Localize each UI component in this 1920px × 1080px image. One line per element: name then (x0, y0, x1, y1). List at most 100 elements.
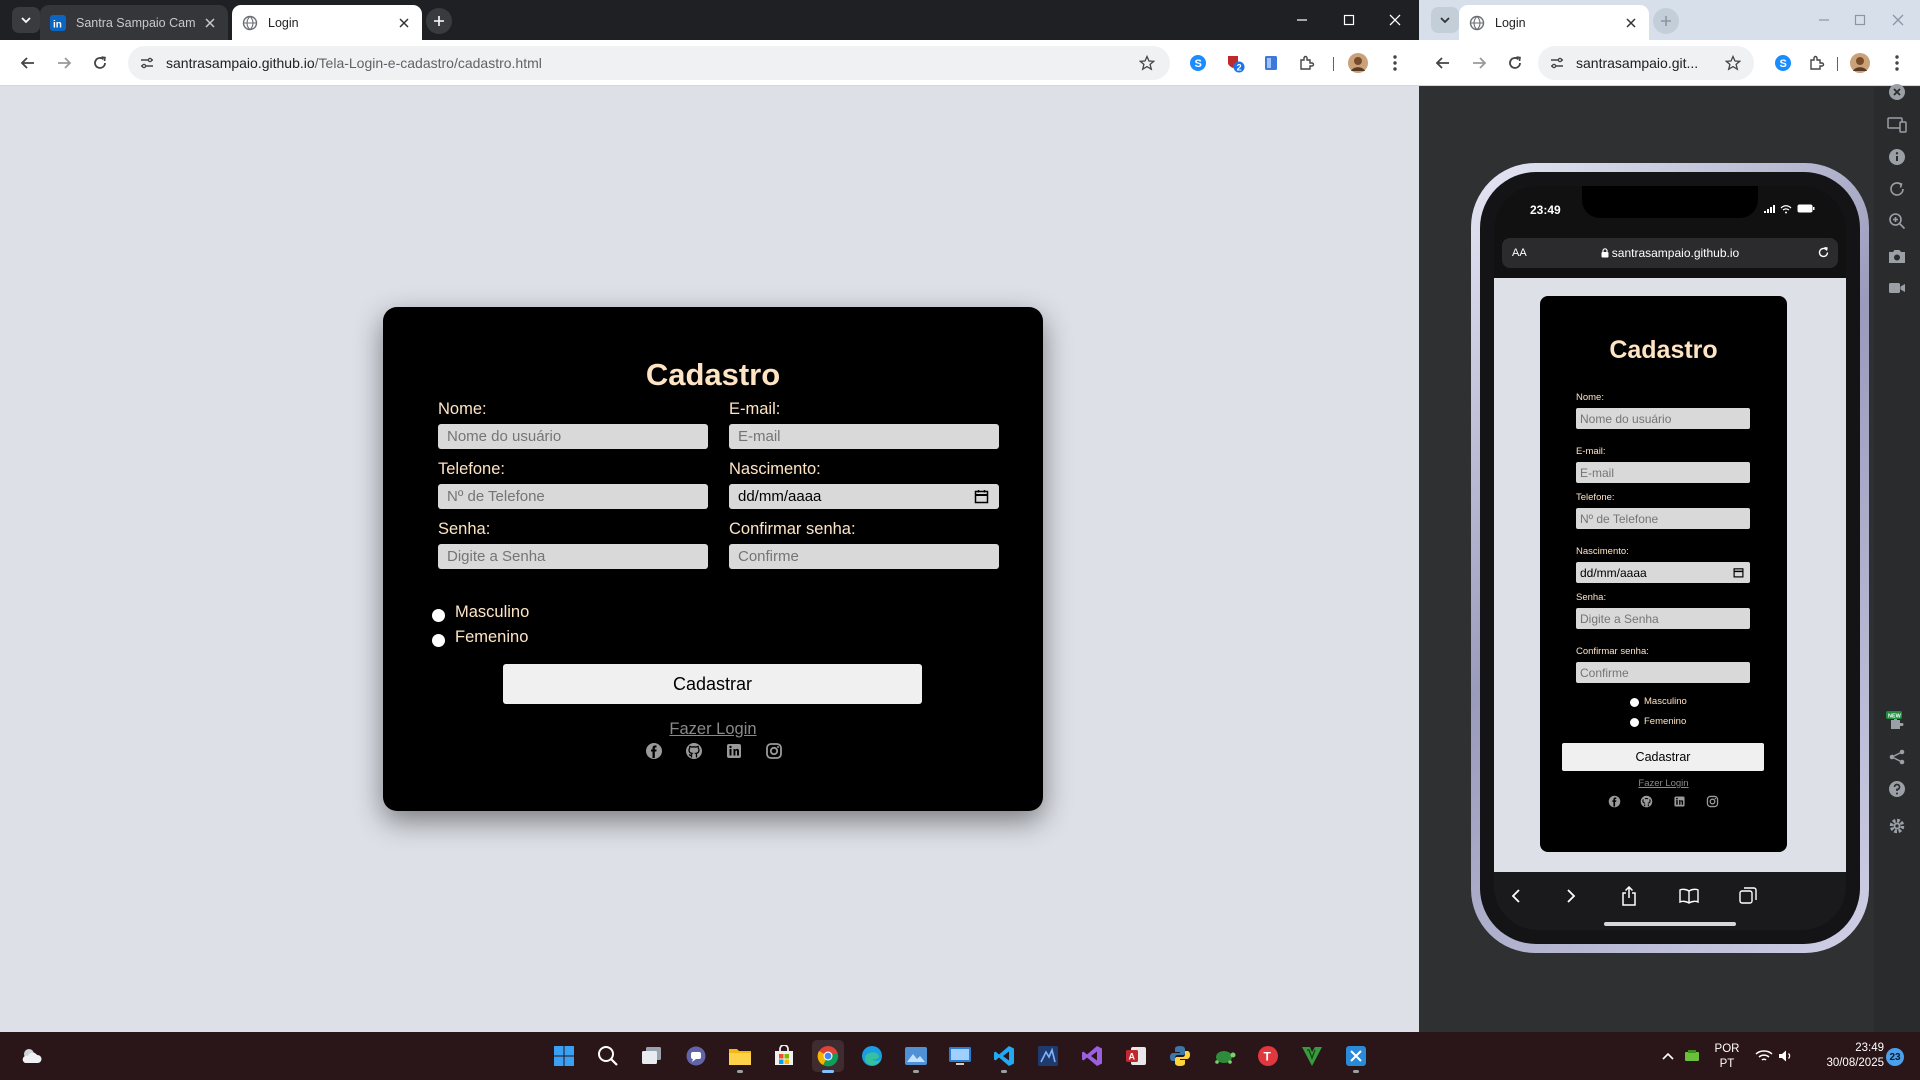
close-window-button[interactable] (1878, 5, 1918, 35)
new-tab-button[interactable] (426, 8, 452, 34)
help-icon[interactable] (1886, 778, 1908, 800)
phone-bookmarks-button[interactable] (1677, 884, 1701, 908)
weather-widget-icon[interactable] (16, 1040, 48, 1072)
back-button[interactable] (1429, 49, 1457, 77)
skype-extension-icon[interactable]: S (1185, 50, 1211, 76)
profile-avatar[interactable] (1847, 50, 1873, 76)
python-icon[interactable] (1164, 1040, 1196, 1072)
search-icon[interactable] (592, 1040, 624, 1072)
close-window-button[interactable] (1375, 5, 1415, 35)
chrome-icon[interactable] (812, 1040, 844, 1073)
bookmark-star-icon[interactable] (1720, 50, 1746, 76)
tab-login[interactable]: Login (1459, 5, 1649, 40)
edge-icon[interactable] (856, 1040, 888, 1072)
phone-email-input[interactable]: E-mail (1576, 462, 1750, 483)
email-input[interactable]: E-mail (729, 424, 999, 449)
rotate-icon[interactable] (1886, 178, 1908, 200)
address-bar[interactable]: santrasampaio.git... (1538, 46, 1754, 80)
start-windows-icon[interactable] (548, 1040, 580, 1072)
back-button[interactable] (14, 49, 42, 77)
extension-new-badge-icon[interactable]: NEW (1886, 711, 1908, 733)
maximize-button[interactable] (1329, 5, 1369, 35)
shield-extension-icon[interactable]: 2 (1222, 50, 1248, 76)
site-info-icon[interactable] (132, 48, 162, 78)
cadastrar-button[interactable]: Cadastrar (503, 664, 922, 704)
task-view-icon[interactable] (636, 1040, 668, 1072)
maximize-button[interactable] (1840, 5, 1880, 35)
devices-icon[interactable] (1886, 114, 1908, 136)
phone-login-link[interactable]: Fazer Login (1540, 778, 1787, 789)
record-video-icon[interactable] (1886, 277, 1908, 299)
instagram-icon[interactable] (1706, 795, 1719, 808)
linkedin-icon[interactable] (1673, 795, 1686, 808)
radio-femenino[interactable] (432, 634, 445, 647)
clock[interactable]: 23:49 30/08/2025 (1800, 1041, 1884, 1071)
info-icon[interactable] (1886, 146, 1908, 168)
new-tab-button[interactable] (1653, 8, 1679, 34)
speaker-icon[interactable] (1770, 1040, 1802, 1072)
phone-address-bar[interactable]: AA santrasampaio.github.io (1502, 238, 1838, 268)
notification-badge[interactable]: 23 (1886, 1048, 1904, 1066)
screenshot-camera-icon[interactable] (1886, 245, 1908, 267)
phone-radio-masculino[interactable] (1630, 698, 1639, 707)
phone-share-button[interactable] (1617, 884, 1641, 908)
settings-gear-icon[interactable] (1886, 815, 1908, 837)
linkedin-icon[interactable] (725, 742, 743, 760)
extensions-puzzle-icon[interactable] (1294, 50, 1320, 76)
phone-password-input[interactable]: Digite a Senha (1576, 608, 1750, 629)
reload-button[interactable] (86, 49, 114, 77)
remote-desktop-icon[interactable] (944, 1040, 976, 1072)
tab-linkedin[interactable]: in Santra Sampaio Camolo | LinkedIn (40, 5, 228, 40)
calendar-icon[interactable] (1733, 567, 1744, 578)
confirm-password-input[interactable]: Confirme (729, 544, 999, 569)
phone-phone-input[interactable]: Nº de Telefone (1576, 508, 1750, 529)
forward-button[interactable] (50, 49, 78, 77)
minimize-button[interactable] (1804, 5, 1844, 35)
phone-cadastrar-button[interactable]: Cadastrar (1562, 743, 1764, 771)
phone-back-button[interactable] (1504, 884, 1528, 908)
visual-studio-icon[interactable] (1076, 1040, 1108, 1072)
skype-extension-icon[interactable]: S (1770, 50, 1796, 76)
calendar-icon[interactable] (974, 489, 989, 504)
zoom-icon[interactable] (1886, 210, 1908, 232)
input-language[interactable]: POR PT (1712, 1042, 1742, 1072)
microsoft-store-icon[interactable] (768, 1040, 800, 1072)
profile-avatar[interactable] (1345, 50, 1371, 76)
phone-birthdate-input[interactable]: dd/mm/aaaa (1576, 562, 1750, 583)
access-app-icon[interactable]: A (1120, 1040, 1152, 1072)
facebook-icon[interactable] (1608, 795, 1621, 808)
photos-app-icon[interactable] (900, 1040, 932, 1073)
tab-login[interactable]: Login (232, 5, 422, 40)
address-bar[interactable]: santrasampaio.github.io/Tela-Login-e-cad… (128, 46, 1170, 80)
phone-confirm-input[interactable]: Confirme (1576, 662, 1750, 683)
bookmark-star-icon[interactable] (1134, 50, 1160, 76)
phone-radio-femenino[interactable] (1630, 718, 1639, 727)
file-explorer-icon[interactable] (724, 1040, 756, 1073)
ssms-icon[interactable] (1032, 1040, 1064, 1072)
todoist-app-icon[interactable]: T (1252, 1040, 1284, 1072)
phone-forward-button[interactable] (1559, 884, 1583, 908)
phone-input[interactable]: Nº de Telefone (438, 484, 708, 509)
tab-search-button[interactable] (1431, 7, 1459, 33)
tray-app-icon[interactable] (1676, 1040, 1708, 1072)
teams-chat-icon[interactable] (680, 1040, 712, 1072)
vim-icon[interactable] (1296, 1040, 1328, 1072)
turtle-app-icon[interactable] (1208, 1040, 1240, 1072)
reload-button[interactable] (1501, 49, 1529, 77)
login-link[interactable]: Fazer Login (383, 720, 1043, 739)
browser-menu-icon[interactable] (1382, 50, 1408, 76)
github-icon[interactable] (1640, 795, 1653, 808)
reader-extension-icon[interactable] (1258, 50, 1284, 76)
close-tab-icon[interactable] (1623, 15, 1639, 31)
password-input[interactable]: Digite a Senha (438, 544, 708, 569)
share-icon[interactable] (1886, 746, 1908, 768)
phone-name-input[interactable]: Nome do usuário (1576, 408, 1750, 429)
facebook-icon[interactable] (645, 742, 663, 760)
browser-menu-icon[interactable] (1884, 50, 1910, 76)
phone-tabs-button[interactable] (1736, 884, 1760, 908)
radio-masculino[interactable] (432, 609, 445, 622)
site-info-icon[interactable] (1542, 48, 1572, 78)
birthdate-input[interactable]: dd/mm/aaaa (729, 484, 999, 509)
github-icon[interactable] (685, 742, 703, 760)
instagram-icon[interactable] (765, 742, 783, 760)
